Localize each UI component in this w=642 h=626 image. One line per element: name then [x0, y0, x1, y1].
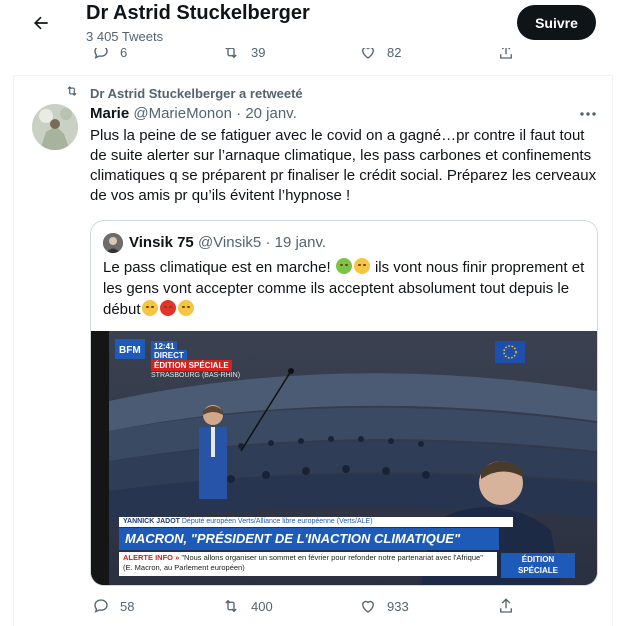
- tv-speaker-role: Député européen Verts/Alliance libre eur…: [181, 518, 373, 525]
- tweet-actions: 58 400 933: [0, 597, 642, 621]
- meta-separator: ·: [236, 105, 242, 122]
- retweet-button[interactable]: 400: [221, 597, 273, 615]
- tv-speaker: YANNICK JADOT Député européen Verts/Alli…: [119, 517, 513, 527]
- quoted-avatar: [103, 233, 123, 253]
- like-button[interactable]: 933: [359, 597, 409, 615]
- tv-speaker-name: YANNICK JADOT: [123, 518, 180, 525]
- expressionless-face-icon: [177, 300, 194, 316]
- angry-face-icon: [159, 300, 176, 316]
- tv-special-line1: ÉDITION: [521, 555, 555, 564]
- retweet-context[interactable]: Dr Astrid Stuckelberger a retweeté: [90, 86, 303, 101]
- author-name[interactable]: Marie: [90, 105, 129, 122]
- author-handle[interactable]: @MarieMonon: [133, 105, 232, 122]
- tv-edition: ÉDITION SPÉCIALE: [151, 360, 232, 371]
- quoted-text-part1: Le pass climatique est en marche!: [103, 259, 331, 276]
- nauseated-face-icon: [335, 258, 352, 274]
- retweet-context-icon: [67, 86, 77, 96]
- follow-button[interactable]: Suivre: [517, 5, 596, 40]
- retweet-icon: [225, 599, 237, 613]
- profile-header: Dr Astrid Stuckelberger 3 405 Tweets Sui…: [0, 0, 642, 48]
- quoted-header: Vinsik 75 @Vinsik5 · 19 janv.: [129, 234, 326, 251]
- tv-special-badge: ÉDITION SPÉCIALE: [501, 553, 575, 578]
- quoted-tweet[interactable]: Vinsik 75 @Vinsik5 · 19 janv. Le pass cl…: [90, 220, 598, 586]
- avatar[interactable]: [32, 104, 78, 150]
- quoted-author-name: Vinsik 75: [129, 234, 194, 251]
- avatar-image: [32, 104, 78, 150]
- tv-place: STRASBOURG (BAS-RHIN): [151, 372, 241, 379]
- expressionless-face-icon: [353, 258, 370, 274]
- more-icon: [580, 112, 596, 116]
- tweet-text: Plus la peine de se fatiguer avec le cov…: [90, 127, 597, 204]
- arrow-left-icon: [34, 16, 48, 30]
- reply-button[interactable]: 58: [92, 597, 134, 615]
- share-button[interactable]: [497, 597, 515, 615]
- column-left-border: [13, 75, 14, 626]
- share-icon: [500, 598, 512, 613]
- tv-alert: ALERTE INFO » "Nous allons organiser un …: [119, 552, 497, 576]
- column-right-border: [612, 75, 613, 626]
- channel-logo: BFM: [119, 345, 141, 356]
- tv-special-line2: SPÉCIALE: [517, 566, 558, 575]
- heart-icon: [362, 600, 374, 613]
- reply-count: 58: [120, 598, 135, 614]
- tweet-date[interactable]: 20 janv.: [245, 105, 296, 122]
- tweet-header: Marie @MarieMonon · 20 janv.: [90, 105, 297, 122]
- tv-headline: MACRON, "PRÉSIDENT DE L'INACTION CLIMATI…: [119, 528, 499, 550]
- quoted-text: Le pass climatique est en marche! ils vo…: [103, 257, 587, 320]
- like-count: 933: [387, 598, 409, 614]
- retweet-count: 400: [251, 598, 273, 614]
- tweet-media-image[interactable]: BFM 12:41 DIRECT ÉDITION SPÉCIALE STRASB…: [91, 331, 597, 585]
- back-button[interactable]: [24, 6, 58, 40]
- tweet-divider: [13, 75, 612, 76]
- quoted-date: 19 janv.: [274, 234, 327, 251]
- reply-icon: [94, 599, 108, 613]
- relieved-face-icon: [141, 300, 158, 316]
- quoted-meta-separator: ·: [265, 234, 271, 251]
- profile-name: Dr Astrid Stuckelberger: [86, 2, 310, 24]
- tv-alert-label: ALERTE INFO »: [123, 553, 180, 562]
- tweet-count: 3 405 Tweets: [86, 29, 164, 44]
- more-options-button[interactable]: [578, 106, 598, 122]
- quoted-author-handle: @Vinsik5: [197, 234, 262, 251]
- quoted-avatar-image: [103, 233, 123, 253]
